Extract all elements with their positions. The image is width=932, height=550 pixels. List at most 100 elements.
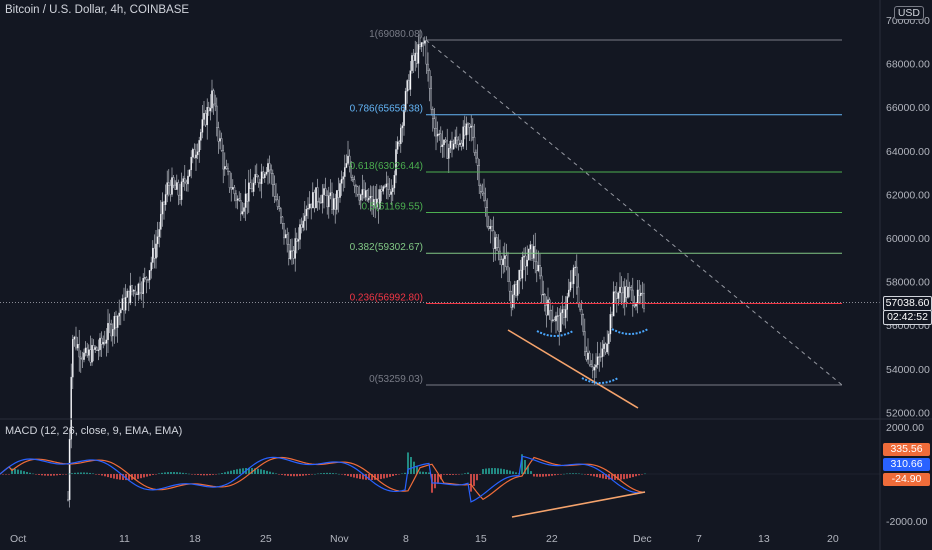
candle-body xyxy=(473,136,476,153)
candle-body xyxy=(336,190,338,210)
macd-indicator-label[interactable]: MACD (12, 26, close, 9, EMA, EMA) xyxy=(5,425,182,437)
support-trendline[interactable] xyxy=(507,329,639,409)
candle-body xyxy=(305,209,308,217)
macd-pane[interactable] xyxy=(0,452,880,518)
candle-body xyxy=(584,331,586,352)
candle-body xyxy=(107,323,109,341)
macd-histogram-bar xyxy=(587,474,589,475)
candle-body xyxy=(316,187,319,202)
candle-body xyxy=(590,364,592,367)
candle-body xyxy=(552,319,554,321)
macd-histogram-bar xyxy=(512,471,514,474)
candle-body xyxy=(398,141,401,144)
candle-body xyxy=(299,224,301,240)
macd-histogram-bar xyxy=(263,470,265,474)
candle-body xyxy=(536,261,538,272)
candle-body xyxy=(158,229,161,237)
pattern-arc[interactable] xyxy=(581,377,619,384)
candle-body xyxy=(204,112,207,126)
candle-body xyxy=(392,187,394,192)
candle-body xyxy=(638,289,640,296)
candle-body xyxy=(236,198,239,201)
candle-body xyxy=(380,189,383,192)
candle-body xyxy=(332,198,335,210)
candle-body xyxy=(68,439,71,500)
candle-body xyxy=(89,349,92,363)
macd-line xyxy=(0,455,646,503)
price-tick-label: 66000.00 xyxy=(886,102,930,114)
macd-histogram-bar xyxy=(320,473,322,474)
macd-histogram-bar xyxy=(218,473,220,475)
macd-histogram-bar xyxy=(59,474,61,475)
candle-body xyxy=(169,185,172,195)
candle-body xyxy=(126,290,128,298)
candle-body xyxy=(99,337,101,351)
candle-body xyxy=(550,310,552,321)
candle-body xyxy=(231,187,234,190)
candle-body xyxy=(411,55,413,71)
candle-body xyxy=(529,244,532,250)
candle-body xyxy=(478,165,481,186)
macd-histogram-bar xyxy=(308,474,310,475)
macd-histogram-bar xyxy=(152,474,154,475)
chart-canvas[interactable]: 1(69080.08) 0.786(65656.38) 0.618(63026.44… xyxy=(0,0,932,550)
candle-body xyxy=(326,195,329,208)
price-tick-label: 54000.00 xyxy=(886,364,930,376)
candle-body xyxy=(460,142,463,147)
macd-divergence-line[interactable] xyxy=(511,491,646,518)
candle-body xyxy=(175,182,178,190)
macd-histogram-bar xyxy=(182,472,184,474)
candle-body xyxy=(483,192,485,201)
macd-histogram-bar xyxy=(194,474,196,475)
pattern-arc[interactable] xyxy=(611,328,649,335)
candle-body xyxy=(300,224,303,228)
macd-histogram-bar xyxy=(269,471,271,474)
candle-body xyxy=(340,178,343,184)
candle-body xyxy=(339,183,341,198)
macd-histogram-bar xyxy=(38,474,40,475)
candle-body xyxy=(508,281,511,292)
macd-histogram-bar xyxy=(143,474,145,478)
candle-body xyxy=(568,289,570,297)
macd-histogram-bar xyxy=(32,473,34,475)
macd-histogram-bar xyxy=(44,474,46,476)
macd-histogram-bar xyxy=(149,474,151,476)
macd-histogram-bar xyxy=(230,470,232,474)
pattern-arc[interactable] xyxy=(536,330,574,337)
macd-histogram-bar xyxy=(452,474,454,475)
candle-body xyxy=(409,70,412,90)
macd-histogram-bar xyxy=(377,474,379,480)
candle-body xyxy=(502,258,505,266)
candle-body xyxy=(518,269,520,281)
candle-body xyxy=(267,163,269,173)
macd-histogram-bar xyxy=(314,473,316,475)
candle-body xyxy=(390,191,393,195)
candle-body xyxy=(201,119,204,133)
candle-body xyxy=(304,215,306,222)
macd-histogram-bar xyxy=(161,472,163,474)
candle-body xyxy=(159,213,162,230)
candle-body xyxy=(142,278,145,294)
candle-body xyxy=(123,298,125,311)
candle-body xyxy=(630,287,632,291)
macd-histogram-bar xyxy=(551,474,553,476)
macd-histogram-bar xyxy=(305,474,307,476)
candle-body xyxy=(424,40,426,44)
time-axis[interactable]: Oct 11 18 25 Nov 8 15 22 Dec 7 13 20 xyxy=(10,533,839,545)
time-tick-label: 8 xyxy=(403,533,409,545)
candle-body xyxy=(449,141,452,149)
candle-body xyxy=(368,197,370,201)
macd-histogram-bar xyxy=(563,473,565,475)
currency-button[interactable]: USD xyxy=(893,6,924,20)
candle-body xyxy=(273,184,276,197)
candle-body xyxy=(388,188,391,195)
candle-body xyxy=(417,44,420,64)
candle-body xyxy=(139,283,141,294)
candle-body xyxy=(520,269,522,279)
candle-body xyxy=(230,187,233,190)
macd-histogram-bar xyxy=(68,473,70,475)
current-price-label: 57038.60 xyxy=(883,296,932,311)
candle-body xyxy=(534,246,536,263)
candle-body xyxy=(91,345,93,363)
macd-histogram-bar xyxy=(572,473,574,474)
